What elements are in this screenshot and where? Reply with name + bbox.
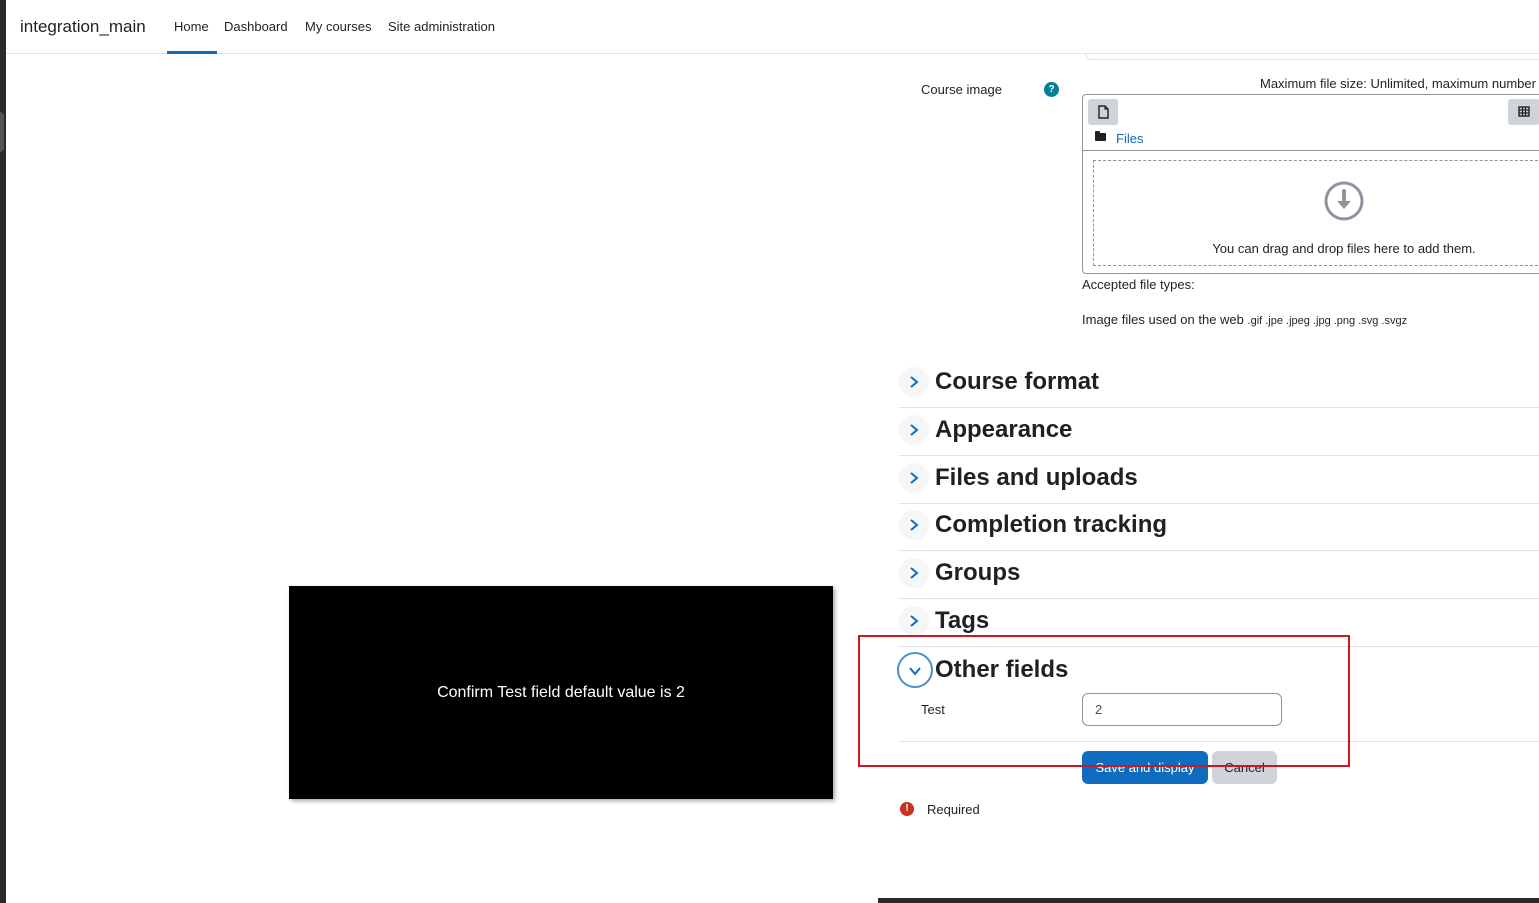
files-breadcrumb-link[interactable]: Files [1116, 131, 1143, 146]
section-title[interactable]: Completion tracking [935, 511, 1167, 539]
dropzone-text: You can drag and drop files here to add … [1212, 241, 1476, 256]
chevron-right-icon [910, 519, 919, 531]
window-edge-tab [0, 112, 4, 152]
expand-toggle[interactable] [899, 463, 929, 493]
chevron-right-icon [910, 376, 919, 388]
help-icon[interactable]: ? [1044, 82, 1059, 97]
instruction-text: Confirm Test field default value is 2 [437, 684, 685, 701]
nav-active-indicator [167, 51, 217, 54]
section-tags[interactable]: Tags [899, 599, 1539, 647]
file-dropzone[interactable]: You can drag and drop files here to add … [1093, 160, 1539, 266]
section-completion-tracking[interactable]: Completion tracking [899, 503, 1539, 551]
cancel-button[interactable]: Cancel [1212, 751, 1277, 784]
filepicker: Files You can drag and drop files here t… [1082, 94, 1539, 274]
instruction-overlay: Confirm Test field default value is 2 [289, 586, 833, 799]
nav-my-courses[interactable]: My courses [305, 19, 371, 34]
bottom-edge-bar [878, 898, 1539, 903]
previous-field-edge [1085, 54, 1539, 60]
filepicker-divider [1083, 150, 1539, 151]
grid-view-icon [1518, 106, 1530, 117]
section-title[interactable]: Course format [935, 368, 1099, 396]
section-other-fields-title[interactable]: Other fields [935, 656, 1068, 684]
expand-toggle[interactable] [899, 606, 929, 636]
section-appearance[interactable]: Appearance [899, 408, 1539, 456]
add-file-button[interactable] [1088, 99, 1118, 125]
chevron-right-icon [910, 424, 919, 436]
download-arrow-icon [1324, 181, 1364, 221]
chevron-down-icon [909, 667, 921, 676]
accepted-extensions: .gif .jpe .jpeg .jpg .png .svg .svgz [1247, 315, 1408, 327]
collapse-toggle[interactable] [897, 652, 933, 688]
section-title[interactable]: Groups [935, 559, 1020, 587]
nav-site-administration[interactable]: Site administration [388, 19, 495, 34]
course-image-label: Course image [921, 82, 1002, 97]
section-title[interactable]: Files and uploads [935, 464, 1138, 492]
nav-dashboard[interactable]: Dashboard [224, 19, 288, 34]
folder-icon [1095, 131, 1106, 141]
section-title[interactable]: Tags [935, 607, 989, 635]
required-icon: ! [900, 802, 914, 816]
site-brand[interactable]: integration_main [20, 17, 146, 37]
expand-toggle[interactable] [899, 415, 929, 445]
top-navbar: integration_main Home Dashboard My cours… [6, 0, 1539, 54]
accepted-types-description: Image files used on the web [1082, 312, 1244, 327]
section-divider [899, 741, 1539, 742]
accepted-file-types: Image files used on the web .gif .jpe .j… [1082, 312, 1407, 327]
expand-toggle[interactable] [899, 510, 929, 540]
max-file-size-text: Maximum file size: Unlimited, maximum nu… [1260, 76, 1536, 91]
required-legend: Required [927, 802, 980, 817]
expand-toggle[interactable] [899, 367, 929, 397]
nav-home[interactable]: Home [174, 19, 209, 34]
accepted-file-types-label: Accepted file types: [1082, 277, 1195, 292]
section-groups[interactable]: Groups [899, 551, 1539, 599]
chevron-right-icon [910, 567, 919, 579]
file-icon [1098, 105, 1109, 119]
chevron-right-icon [910, 472, 919, 484]
section-course-format[interactable]: Course format [899, 360, 1539, 408]
section-files-and-uploads[interactable]: Files and uploads [899, 456, 1539, 504]
test-field-label: Test [921, 702, 945, 717]
section-title[interactable]: Appearance [935, 416, 1072, 444]
grid-view-button[interactable] [1508, 99, 1539, 125]
chevron-right-icon [910, 615, 919, 627]
save-and-display-button[interactable]: Save and display [1082, 751, 1208, 784]
expand-toggle[interactable] [899, 558, 929, 588]
test-field-input[interactable] [1082, 693, 1282, 726]
